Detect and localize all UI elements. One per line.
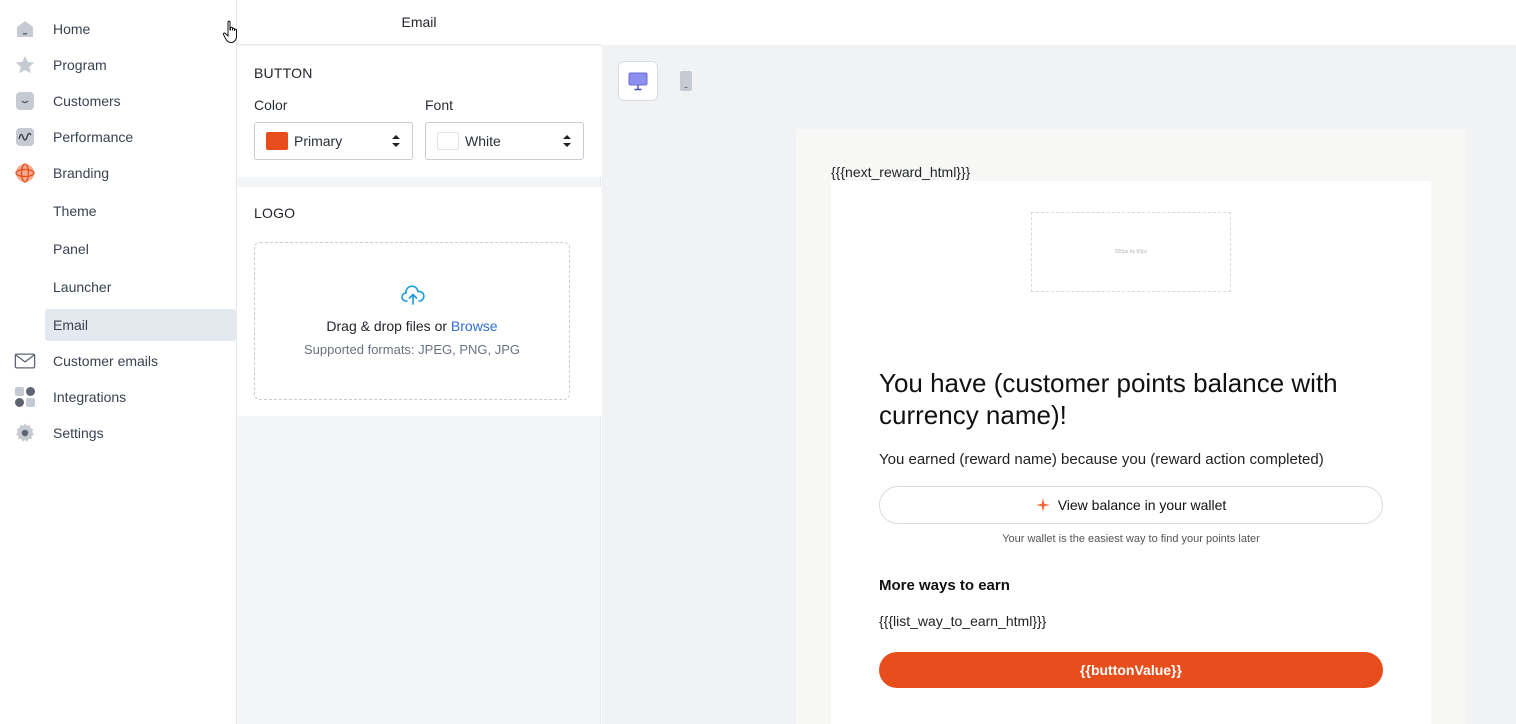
sidebar-item-customers[interactable]: Customers: [0, 83, 237, 119]
desktop-icon: [628, 72, 648, 91]
font-select-value: White: [465, 133, 501, 149]
sidebar-subitem-label: Theme: [53, 203, 97, 219]
mobile-icon: [680, 71, 692, 91]
sidebar-item-settings[interactable]: Settings: [0, 415, 237, 451]
cta-button[interactable]: {{buttonValue}}: [879, 652, 1383, 688]
font-label: Font: [425, 97, 454, 113]
logo-section-title: LOGO: [254, 205, 296, 221]
envelope-icon: [14, 350, 36, 372]
logo-dropzone[interactable]: Drag & drop files or Browse Supported fo…: [254, 242, 570, 400]
sidebar-item-label: Program: [53, 57, 107, 73]
sidebar-item-home[interactable]: Home: [0, 11, 237, 47]
next-reward-placeholder: {{{next_reward_html}}}: [831, 164, 971, 180]
wallet-note: Your wallet is the easiest way to find y…: [1002, 533, 1260, 545]
sidebar-item-integrations[interactable]: Integrations: [0, 379, 237, 415]
sidebar-subitem-label: Email: [53, 317, 89, 333]
gear-icon: [14, 422, 36, 444]
email-earned-text: You earned (reward name) because you (re…: [879, 451, 1324, 468]
preview-topbar: [602, 0, 1516, 45]
font-color-swatch: [437, 132, 459, 150]
sidebar-item-label: Performance: [53, 129, 134, 145]
color-select-value: Primary: [294, 133, 343, 149]
dropzone-text: Drag & drop files or: [326, 318, 451, 334]
cloud-upload-icon: [401, 285, 425, 305]
sparkle-icon: [1035, 498, 1050, 512]
sidebar-item-branding[interactable]: Branding: [0, 155, 237, 191]
logo-placeholder: 300px by 80px: [1031, 212, 1231, 292]
hand-cursor-icon: [222, 20, 237, 44]
ways-to-earn-placeholder: {{{list_way_to_earn_html}}}: [879, 613, 1047, 629]
sidebar-subitem-launcher[interactable]: Launcher: [45, 271, 236, 303]
email-preview-area: {{{next_reward_html}}} 300px by 80px You…: [602, 45, 1516, 724]
sidebar-subitem-panel[interactable]: Panel: [45, 233, 236, 265]
ways-to-earn-heading: More ways to earn: [879, 577, 1010, 594]
smiley-icon: [14, 90, 36, 112]
browse-link[interactable]: Browse: [451, 318, 498, 334]
logo-settings-section: LOGO Drag & drop files or Browse Support…: [237, 187, 601, 416]
email-settings-panel: Email BUTTON Color Font Primary White LO…: [237, 0, 601, 724]
email-heading: You have (customer points balance with c…: [879, 368, 1338, 430]
color-label: Color: [254, 97, 288, 113]
button-section-title: BUTTON: [254, 65, 313, 81]
dropzone-instructions: Drag & drop files or Browse: [255, 318, 569, 334]
sidebar-subitem-label: Panel: [53, 241, 89, 257]
sidebar-item-program[interactable]: Program: [0, 47, 237, 83]
sidebar-item-label: Customers: [53, 93, 121, 109]
sidebar-item-label: Customer emails: [53, 353, 159, 369]
grid-apps-icon: [14, 386, 36, 408]
color-select[interactable]: Primary: [254, 122, 413, 160]
view-wallet-label: View balance in your wallet: [1057, 497, 1227, 513]
select-arrows-icon: [392, 135, 400, 147]
sidebar-item-label: Home: [53, 21, 91, 37]
button-settings-section: BUTTON Color Font Primary White: [237, 46, 601, 177]
mobile-view-button[interactable]: [666, 61, 706, 101]
sidebar-item-label: Branding: [53, 165, 110, 181]
app-window: Home Program Customers Performance Brand…: [0, 0, 1516, 724]
color-swatch: [266, 132, 288, 150]
supported-formats: Supported formats: JPEG, PNG, JPG: [303, 342, 521, 357]
sidebar-subitem-email[interactable]: Email: [45, 309, 236, 341]
email-preview: {{{next_reward_html}}} 300px by 80px You…: [796, 129, 1466, 724]
sidebar-item-customer-emails[interactable]: Customer emails: [0, 343, 237, 379]
sidebar-item-label: Settings: [53, 425, 104, 441]
desktop-view-button[interactable]: [618, 61, 658, 101]
view-wallet-button[interactable]: View balance in your wallet: [879, 486, 1383, 524]
sidebar-subitem-theme[interactable]: Theme: [45, 195, 236, 227]
email-body-card: 300px by 80px You have (customer points …: [831, 181, 1431, 724]
sidebar-item-performance[interactable]: Performance: [0, 119, 237, 155]
sidebar: Home Program Customers Performance Brand…: [0, 0, 237, 724]
branding-icon: [14, 162, 36, 184]
panel-title: Email: [237, 0, 601, 45]
home-icon: [14, 18, 36, 40]
sidebar-subitem-label: Launcher: [53, 279, 112, 295]
sidebar-item-label: Integrations: [53, 389, 127, 405]
star-icon: [14, 54, 36, 76]
wave-chart-icon: [14, 126, 36, 148]
select-arrows-icon: [563, 135, 571, 147]
font-color-select[interactable]: White: [425, 122, 584, 160]
